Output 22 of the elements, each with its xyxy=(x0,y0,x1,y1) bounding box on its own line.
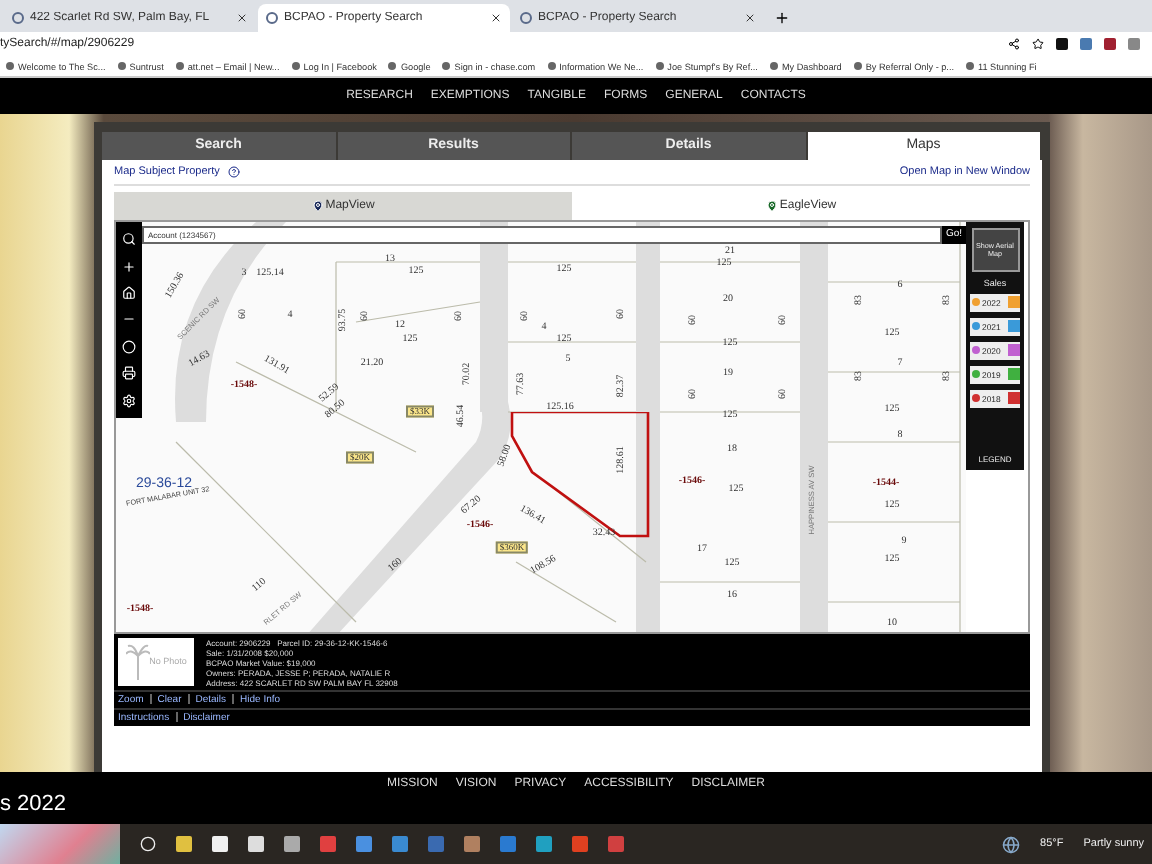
close-icon[interactable] xyxy=(744,12,756,24)
close-icon[interactable] xyxy=(490,12,502,24)
checkbox[interactable] xyxy=(1008,392,1020,405)
home-icon[interactable] xyxy=(122,286,136,300)
copyright-text: s 2022 xyxy=(0,794,69,817)
new-tab-icon[interactable] xyxy=(774,10,790,26)
map-pin-icon xyxy=(311,199,324,212)
share-icon[interactable] xyxy=(1008,38,1020,50)
palm-tree-icon xyxy=(125,643,150,680)
checkbox[interactable] xyxy=(1008,344,1020,357)
map-pin-icon xyxy=(765,199,778,212)
settings-icon[interactable] xyxy=(122,393,136,408)
star-icon[interactable] xyxy=(1032,38,1044,50)
search-icon[interactable] xyxy=(122,232,136,247)
plus-icon[interactable] xyxy=(122,259,136,274)
checkbox[interactable] xyxy=(1008,296,1020,309)
help-icon xyxy=(227,165,240,178)
print-icon[interactable] xyxy=(122,366,136,381)
close-icon[interactable] xyxy=(236,12,248,24)
circle-icon[interactable] xyxy=(140,836,156,852)
checkbox[interactable] xyxy=(1008,320,1020,333)
checkbox[interactable] xyxy=(1008,368,1020,381)
